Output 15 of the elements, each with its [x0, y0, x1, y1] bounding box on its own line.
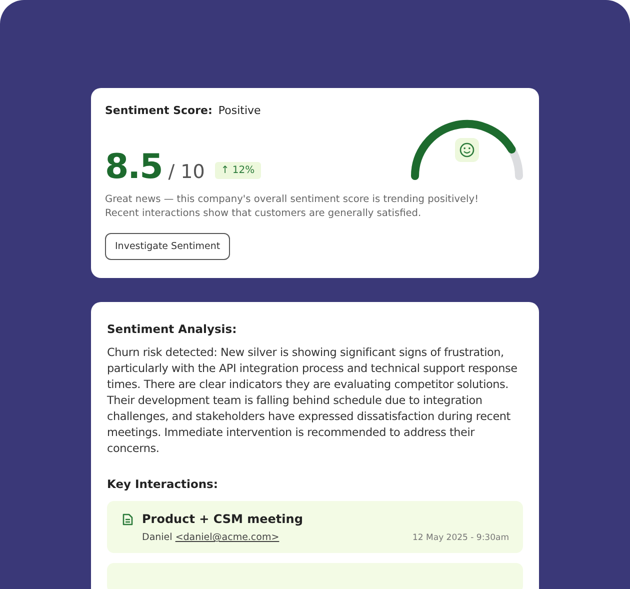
section-title: Sentiment Analysis: — [107, 322, 238, 336]
score-message: Great news — this company's overall sentiment score is trending positively! Recent interactions show that customers are generally satisfied. — [105, 193, 480, 221]
section-title: Key Interactions: — [107, 477, 219, 491]
trend-badge: ↑ 12% — [214, 162, 261, 178]
score-label: Sentiment Score: — [105, 104, 212, 117]
score-number: 8.5 — [105, 147, 162, 187]
interaction-date: 12 May 2025 - 9:30am — [412, 532, 509, 542]
analysis-text: Churn risk detected: New silver is showing significant signs of frustration, particularly with the API integration process and technical support response times. There are clear indicators they are evaluating competitor solutions. Their development team is falling behind schedule due to integration challenges, and stakeholders have expressed dissatisfaction during recent meetings. Immediate intervention is recommended to address their concerns. — [107, 345, 518, 457]
score-max: / 10 — [168, 161, 205, 183]
interaction-title: Product + CSM meeting — [142, 512, 303, 526]
email-link[interactable]: <daniel@acme.com> — [175, 532, 280, 543]
interaction-card[interactable]: Product + CSM meeting Daniel <daniel@acme.com> 12 May 2025 - 9:30am — [107, 501, 523, 553]
score-value: Positive — [218, 104, 261, 117]
interaction-sender: Daniel <daniel@acme.com> — [142, 532, 280, 543]
investigate-button[interactable]: Investigate Sentiment — [105, 233, 230, 260]
